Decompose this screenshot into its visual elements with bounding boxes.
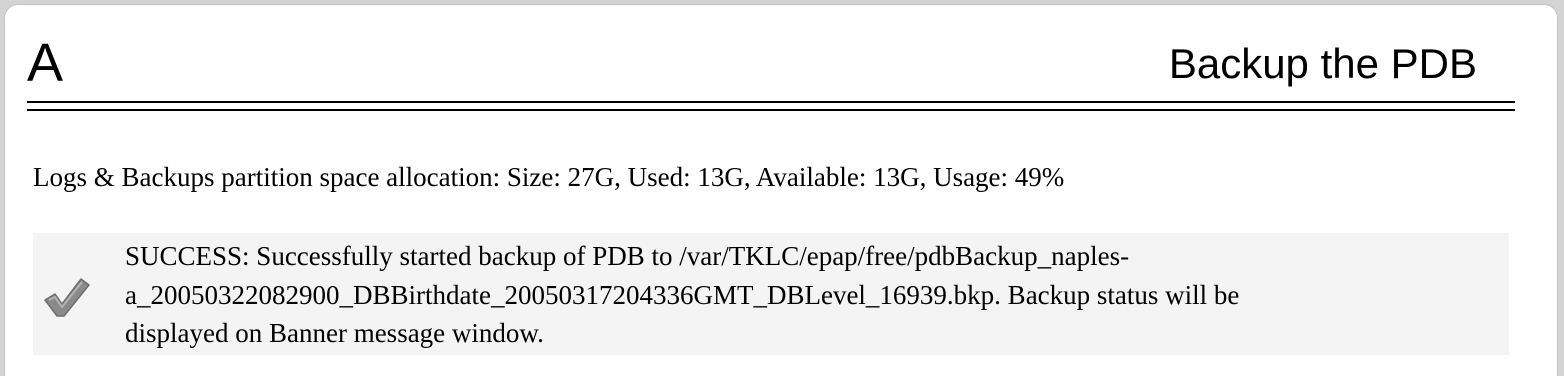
header-divider-bottom: [27, 109, 1515, 111]
partition-space-info: Logs & Backups partition space allocatio…: [33, 162, 1065, 192]
page-frame: A Backup the PDB Logs & Backups partitio…: [0, 0, 1564, 376]
content-panel: A Backup the PDB Logs & Backups partitio…: [4, 4, 1558, 376]
page-title: Backup the PDB: [1168, 40, 1477, 87]
success-message-text: SUCCESS: Successfully started backup of …: [125, 241, 1240, 348]
header-divider-top: [27, 101, 1515, 103]
checkmark-icon: [44, 278, 90, 317]
success-message-box: SUCCESS: Successfully started backup of …: [33, 233, 1509, 355]
header-letter: A: [27, 33, 64, 93]
